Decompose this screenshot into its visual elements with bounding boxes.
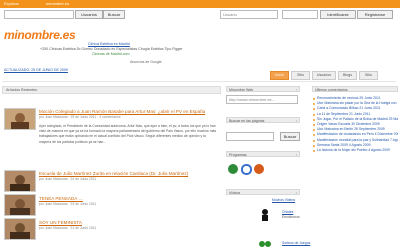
middle-sidebar: Minombre Web ▪ http://www.minombre.es... … bbox=[226, 84, 310, 250]
tab-usuarios[interactable]: Usuarios bbox=[312, 71, 336, 80]
search-row: Usuarios Buscar Usuario Identificarse Re… bbox=[0, 10, 400, 24]
post-1-title[interactable]: Moción Colegiado a Juan Ramón Basabe par… bbox=[39, 109, 205, 114]
ads-by-google-label: Anuncios de Google bbox=[130, 60, 162, 64]
videos-widget-title: Vídeos ▪ bbox=[226, 189, 300, 195]
topbar-site-link[interactable]: minombre.es bbox=[46, 0, 69, 8]
chistes-link[interactable]: Chistes bbox=[282, 210, 293, 214]
video-figure-icon[interactable] bbox=[258, 208, 272, 222]
comment-item[interactable]: La historia de la Mujer del Pueblo 4 Ago… bbox=[312, 148, 398, 153]
email-at-icon[interactable] bbox=[241, 164, 252, 175]
post-1-meta: por Juan Maturana · 29 de Junio 2011 · 4… bbox=[39, 115, 121, 119]
programs-widget-title: Programas ▪ bbox=[226, 151, 300, 157]
post-4-thumbnail[interactable] bbox=[4, 218, 36, 240]
update-date-link[interactable]: ACTUALIZADO: 25 DE JUNIO DE 2009 bbox=[4, 68, 68, 72]
header-divider bbox=[2, 81, 396, 82]
videos-widget-title-text: Vídeos bbox=[229, 191, 241, 195]
section-title: Artículos Recientes bbox=[2, 86, 221, 94]
comments-list: Reconocimiento de vecinos 29 Junio 2011 … bbox=[312, 96, 398, 153]
search-widget-title-text: Buscar en las páginas bbox=[229, 119, 265, 123]
post-3-title[interactable]: TENEA PENSADA … bbox=[39, 196, 83, 201]
post-1-thumbnail[interactable] bbox=[4, 108, 36, 130]
radio-logo-icon[interactable] bbox=[258, 238, 274, 250]
post-4-meta: por Juan Maturana · 21 de Junio 2011 bbox=[39, 226, 97, 230]
web-url-input[interactable]: http://www.minombre.es... bbox=[226, 95, 298, 104]
widget-menu-icon[interactable]: ▪ bbox=[296, 152, 297, 158]
post-1-body: Ayer colegiado, el Presidente de la Comu… bbox=[39, 124, 217, 144]
site-search-button[interactable]: Buscar bbox=[280, 132, 300, 141]
widget-menu-icon[interactable]: ▪ bbox=[296, 87, 297, 93]
user-search-input[interactable] bbox=[4, 10, 74, 19]
program-green-icon[interactable] bbox=[228, 164, 238, 174]
register-button[interactable]: Registrarse bbox=[357, 10, 393, 19]
post-4-title[interactable]: SOY UN FEMINISTA bbox=[39, 220, 82, 225]
main-column: Artículos Recientes Moción Colegiado a J… bbox=[2, 84, 221, 250]
user-login-input[interactable]: Usuario bbox=[220, 10, 278, 19]
post-3-meta: por Juan Maturana · 23 de Junio 2011 bbox=[39, 202, 97, 206]
google-ads-tag[interactable]: Anuncios de Google bbox=[130, 60, 162, 64]
tab-blogs[interactable]: Blogs bbox=[338, 71, 357, 80]
web-widget-title: Minombre Web ▪ bbox=[226, 86, 300, 92]
post-3-thumbnail[interactable] bbox=[4, 194, 36, 216]
videos-caption-link[interactable]: Muchos Videos bbox=[272, 198, 295, 202]
comments-widget-title: Últimos comentarios bbox=[312, 86, 398, 92]
site-logo[interactable]: minombre.es bbox=[4, 28, 76, 42]
post-2-title[interactable]: Escuela de Julio Martínez Zurita en rela… bbox=[39, 171, 188, 176]
right-sidebar: Últimos comentarios Reconocimiento de ve… bbox=[312, 84, 398, 250]
widget-menu-icon[interactable]: ▪ bbox=[296, 118, 297, 124]
ad-line: +250 Clínicas Estética Dr.Gómez Donadado… bbox=[40, 47, 183, 51]
search-widget-title: Buscar en las páginas ▪ bbox=[226, 117, 300, 123]
top-bar: Explorar minombre.es bbox=[0, 0, 400, 8]
tab-sitio-2[interactable]: Sitio bbox=[359, 71, 378, 80]
post-2-meta: por Juan Maturana · 24 de Junio 2011 bbox=[39, 177, 97, 181]
topbar-left-link[interactable]: Explorar bbox=[4, 0, 19, 8]
comments-widget-title-text: Últimos comentarios bbox=[315, 88, 348, 92]
widget-menu-icon[interactable]: ▪ bbox=[296, 190, 297, 196]
site-search-input[interactable] bbox=[226, 132, 274, 141]
sorteos-link[interactable]: Sorteos de Juegos bbox=[282, 241, 310, 245]
programs-widget-title-text: Programas bbox=[229, 153, 247, 157]
tab-sitio[interactable]: Sitio bbox=[291, 71, 310, 80]
search-button[interactable]: Buscar bbox=[103, 10, 125, 19]
tab-inicio[interactable]: Inicio bbox=[270, 71, 289, 80]
login-button[interactable]: Identificarse bbox=[320, 10, 356, 19]
users-button[interactable]: Usuarios bbox=[75, 10, 103, 19]
ad-url[interactable]: Clínicas de Madrid.com bbox=[92, 52, 130, 56]
password-input[interactable] bbox=[282, 10, 318, 19]
chistes-sub: Emoticonos bbox=[282, 215, 300, 219]
post-2-thumbnail[interactable] bbox=[4, 170, 36, 192]
web-widget-title-text: Minombre Web bbox=[229, 88, 254, 92]
program-orange-icon[interactable] bbox=[254, 164, 264, 174]
ad-title[interactable]: Clínica Estética en Madrid bbox=[88, 42, 130, 46]
